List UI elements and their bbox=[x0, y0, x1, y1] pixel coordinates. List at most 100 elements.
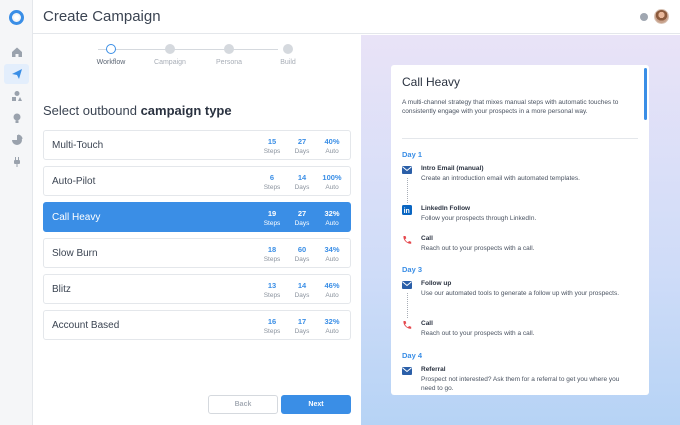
nav-campaigns[interactable] bbox=[4, 64, 29, 84]
stat-label: Days bbox=[294, 256, 310, 263]
mail-icon bbox=[402, 280, 412, 289]
stat-label: Days bbox=[294, 292, 310, 299]
campaign-detail-card: Call Heavy A multi-channel strategy that… bbox=[391, 65, 649, 395]
stat-value: 17 bbox=[297, 317, 307, 326]
stat-auto: 100% Auto bbox=[317, 173, 347, 191]
home-icon bbox=[11, 47, 22, 57]
activity-desc: Reach out to your prospects with a call. bbox=[421, 330, 535, 337]
day-label: Day 3 bbox=[402, 265, 423, 274]
stat-label: Steps bbox=[263, 220, 281, 227]
step-label: Workflow bbox=[96, 59, 126, 66]
stat-days: 17 Days bbox=[287, 317, 317, 335]
pie-chart-icon bbox=[11, 134, 22, 145]
nav-insights[interactable] bbox=[4, 108, 29, 128]
help-icon[interactable] bbox=[640, 13, 648, 21]
stat-value: 27 bbox=[297, 209, 307, 218]
activity-desc: Use our automated tools to generate a fo… bbox=[421, 290, 619, 297]
activity-desc: Create an introduction email with automa… bbox=[421, 175, 580, 182]
type-name: Blitz bbox=[52, 284, 71, 295]
top-header: Create Campaign bbox=[33, 0, 680, 34]
campaign-type-auto-pilot[interactable]: Auto-Pilot 6 Steps 14 Days 100% Auto bbox=[43, 166, 351, 196]
activity-desc: Reach out to your prospects with a call. bbox=[421, 245, 535, 252]
phone-icon bbox=[402, 320, 412, 329]
stat-value: 16 bbox=[267, 317, 277, 326]
nav-integrations[interactable] bbox=[4, 152, 29, 172]
stat-steps: 18 Steps bbox=[257, 245, 287, 263]
stat-label: Days bbox=[294, 328, 310, 335]
stat-auto: 34% Auto bbox=[317, 245, 347, 263]
stat-label: Steps bbox=[263, 148, 281, 155]
linkedin-icon: in bbox=[402, 204, 412, 215]
stat-value: 15 bbox=[267, 137, 277, 146]
stat-value: 18 bbox=[267, 245, 277, 254]
stat-value: 13 bbox=[267, 281, 277, 290]
stat-value: 14 bbox=[297, 281, 307, 290]
day-label: Day 1 bbox=[402, 150, 423, 159]
stat-auto: 40% Auto bbox=[317, 137, 347, 155]
step-persona[interactable]: Persona bbox=[199, 44, 259, 66]
nav-templates[interactable] bbox=[4, 86, 29, 106]
stat-value: 32% bbox=[324, 317, 340, 326]
stat-value: 60 bbox=[297, 245, 307, 254]
campaign-type-call-heavy[interactable]: Call Heavy 19 Steps 27 Days 32% Auto bbox=[43, 202, 351, 232]
nav-home[interactable] bbox=[4, 42, 29, 62]
activity-title: LinkedIn Follow bbox=[421, 205, 471, 212]
campaign-type-panel: Workflow Campaign Persona Build Select o… bbox=[33, 35, 361, 425]
stat-steps: 6 Steps bbox=[257, 173, 287, 191]
next-button[interactable]: Next bbox=[281, 395, 351, 414]
stat-value: 100% bbox=[322, 173, 342, 182]
stat-days: 14 Days bbox=[287, 173, 317, 191]
campaign-type-blitz[interactable]: Blitz 13 Steps 14 Days 46% Auto bbox=[43, 274, 351, 304]
stat-steps: 13 Steps bbox=[257, 281, 287, 299]
campaign-type-multi-touch[interactable]: Multi-Touch 15 Steps 27 Days 40% Auto bbox=[43, 130, 351, 160]
heading-bold: campaign type bbox=[140, 103, 232, 118]
stat-label: Steps bbox=[263, 184, 281, 191]
activity-title: Call bbox=[421, 235, 433, 242]
stat-value: 6 bbox=[269, 173, 275, 182]
nav-analytics[interactable] bbox=[4, 130, 29, 150]
campaign-detail-panel: Call Heavy A multi-channel strategy that… bbox=[361, 35, 680, 425]
activity-desc: Follow your prospects through LinkedIn. bbox=[421, 215, 537, 222]
step-workflow[interactable]: Workflow bbox=[81, 44, 141, 66]
phone-icon bbox=[402, 235, 412, 244]
stat-label: Steps bbox=[263, 256, 281, 263]
back-button[interactable]: Back bbox=[208, 395, 278, 414]
stat-days: 27 Days bbox=[287, 137, 317, 155]
campaign-type-account-based[interactable]: Account Based 16 Steps 17 Days 32% Auto bbox=[43, 310, 351, 340]
app-logo[interactable] bbox=[9, 10, 24, 25]
stat-value: 40% bbox=[324, 137, 340, 146]
avatar[interactable] bbox=[654, 9, 669, 24]
svg-text:in: in bbox=[404, 208, 410, 215]
step-label: Campaign bbox=[154, 59, 186, 66]
section-heading: Select outbound campaign type bbox=[43, 103, 232, 118]
step-campaign[interactable]: Campaign bbox=[140, 44, 200, 66]
stat-value: 32% bbox=[324, 209, 340, 218]
stat-label: Auto bbox=[325, 184, 339, 191]
heading-prefix: Select outbound bbox=[43, 103, 141, 118]
stat-value: 19 bbox=[267, 209, 277, 218]
activity-desc: Prospect not interested? Ask them for a … bbox=[421, 376, 620, 393]
timeline-line bbox=[407, 178, 408, 203]
stat-label: Days bbox=[294, 220, 310, 227]
type-name: Slow Burn bbox=[52, 248, 98, 259]
activity-title: Call bbox=[421, 320, 433, 327]
stat-label: Auto bbox=[325, 328, 339, 335]
campaign-type-list: Multi-Touch 15 Steps 27 Days 40% Auto Auto-… bbox=[43, 130, 351, 346]
step-build[interactable]: Build bbox=[258, 44, 318, 66]
stat-label: Days bbox=[294, 148, 310, 155]
card-scrollbar[interactable] bbox=[644, 68, 647, 120]
wizard-stepper: Workflow Campaign Persona Build bbox=[93, 44, 296, 74]
campaign-type-slow-burn[interactable]: Slow Burn 18 Steps 60 Days 34% Auto bbox=[43, 238, 351, 268]
stat-value: 14 bbox=[297, 173, 307, 182]
stat-label: Steps bbox=[263, 292, 281, 299]
stat-label: Auto bbox=[325, 148, 339, 155]
paper-plane-icon bbox=[11, 69, 22, 79]
type-name: Account Based bbox=[52, 320, 120, 331]
step-label: Build bbox=[280, 59, 296, 66]
activity-title: Follow up bbox=[421, 280, 452, 287]
step-dot bbox=[283, 44, 293, 54]
step-dot bbox=[224, 44, 234, 54]
day-label: Day 4 bbox=[402, 351, 423, 360]
stat-days: 60 Days bbox=[287, 245, 317, 263]
stat-value: 46% bbox=[324, 281, 340, 290]
